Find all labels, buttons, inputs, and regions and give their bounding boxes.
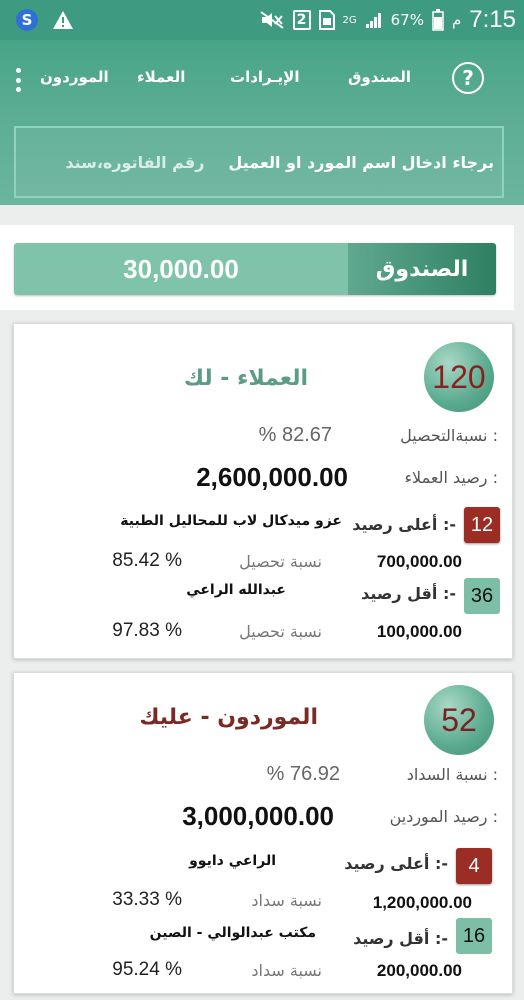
cash-value: 30,000.00 (14, 243, 348, 295)
suppliers-count: 52 (424, 685, 494, 755)
nav-cashbox[interactable]: الصندوق (348, 68, 411, 86)
suppliers-highest-badge: 4 (456, 848, 492, 884)
suppliers-lowest-label: أقل رصيد :- (353, 929, 448, 948)
suppliers-card[interactable]: 52 الموردون - عليك نسبة السداد : % 76.92… (13, 672, 513, 994)
suppliers-lowest-amount: 200,000.00 (376, 961, 462, 980)
clients-lowest-amount: 100,000.00 (376, 622, 462, 641)
app-notification-icon: S (16, 9, 38, 31)
battery-icon (432, 9, 444, 31)
nav-suppliers[interactable]: الموردون (40, 68, 109, 86)
cash-panel: 30,000.00 الصندوق (0, 225, 514, 310)
overflow-menu-icon[interactable] (12, 68, 24, 92)
search-placeholder-main: برجاء ادخال اسم المورد او العميل (228, 152, 494, 172)
network-type: 2G (342, 14, 357, 26)
suppliers-title: الموردون - عليك (139, 705, 318, 730)
clients-lowest-badge: 36 (464, 578, 500, 614)
sim-card-icon (318, 10, 335, 30)
nav-revenues[interactable]: الإيـرادات (230, 68, 299, 86)
clients-balance-label: رصيد العملاء : (404, 468, 498, 487)
clients-highest-amount: 700,000.00 (376, 552, 462, 571)
clients-highest-ratio-label: نسبة تحصيل (239, 552, 322, 571)
collection-label: نسبةالتحصيل : (400, 426, 498, 445)
suppliers-balance-label: رصيد الموردين : (389, 807, 498, 826)
suppliers-highest-amount: 1,200,000.00 (372, 893, 472, 912)
clients-lowest-ratio-value: 97.83 % (112, 620, 182, 641)
clients-title: العملاء - لك (183, 366, 308, 391)
clients-card[interactable]: 120 العملاء - لك نسبةالتحصيل : % 82.67 ر… (13, 323, 513, 659)
help-icon[interactable]: ? (452, 62, 484, 94)
suppliers-balance-value: 3,000,000.00 (182, 801, 334, 831)
battery-percent: 67% (390, 11, 424, 29)
clients-highest-name[interactable]: عزو ميدكال لاب للمحاليل الطبية (120, 513, 342, 529)
search-placeholder-extra: رقم الفاتوره،سند (65, 152, 205, 172)
clients-highest-ratio-value: 85.42 % (112, 550, 182, 571)
signal-icon (365, 11, 383, 29)
clients-lowest-name[interactable]: عبدالله الراعي (186, 582, 286, 598)
nav-bar: الموردون العملاء الإيـرادات الصندوق ? (0, 58, 524, 100)
status-bar: S 2 2G 67% م 7:15 (0, 0, 524, 40)
clients-highest-badge: 12 (464, 507, 500, 543)
status-left: S (16, 9, 74, 31)
suppliers-highest-label: أعلى رصيد :- (344, 854, 448, 873)
payment-value: % 76.92 (266, 763, 340, 785)
clients-highest-label: أعلى رصيد :- (352, 515, 456, 534)
search-input[interactable]: رقم الفاتوره،سند برجاء ادخال اسم المورد … (14, 126, 504, 198)
clients-count: 120 (424, 342, 494, 412)
status-right: 2 2G 67% م 7:15 (259, 6, 516, 34)
suppliers-highest-name[interactable]: الراعي دايوو (189, 853, 276, 869)
am-pm-indicator: م (451, 11, 462, 29)
suppliers-lowest-ratio-label: نسبة سداد (251, 961, 322, 980)
app-header: الموردون العملاء الإيـرادات الصندوق ? رق… (0, 40, 524, 205)
clients-lowest-ratio-label: نسبة تحصيل (239, 622, 322, 641)
cash-label: الصندوق (348, 243, 496, 295)
suppliers-lowest-ratio-value: 95.24 % (112, 959, 182, 980)
payment-label: نسبة السداد : (406, 765, 498, 784)
suppliers-highest-ratio-label: نسبة سداد (251, 891, 322, 910)
warning-icon (52, 10, 74, 30)
clients-lowest-label: أقل رصيد :- (361, 584, 456, 603)
suppliers-lowest-name[interactable]: مكتب عبدالوالي - الصين (150, 925, 316, 941)
suppliers-highest-ratio-value: 33.33 % (112, 889, 182, 910)
clock: 7:15 (469, 6, 516, 33)
mute-icon (259, 10, 285, 30)
cash-summary[interactable]: 30,000.00 الصندوق (14, 243, 496, 295)
nav-clients[interactable]: العملاء (137, 68, 185, 86)
sim-slot-icon: 2 (292, 10, 311, 30)
collection-value: % 82.67 (258, 424, 332, 446)
clients-balance-value: 2,600,000.00 (196, 462, 348, 492)
suppliers-lowest-badge: 16 (456, 918, 492, 954)
